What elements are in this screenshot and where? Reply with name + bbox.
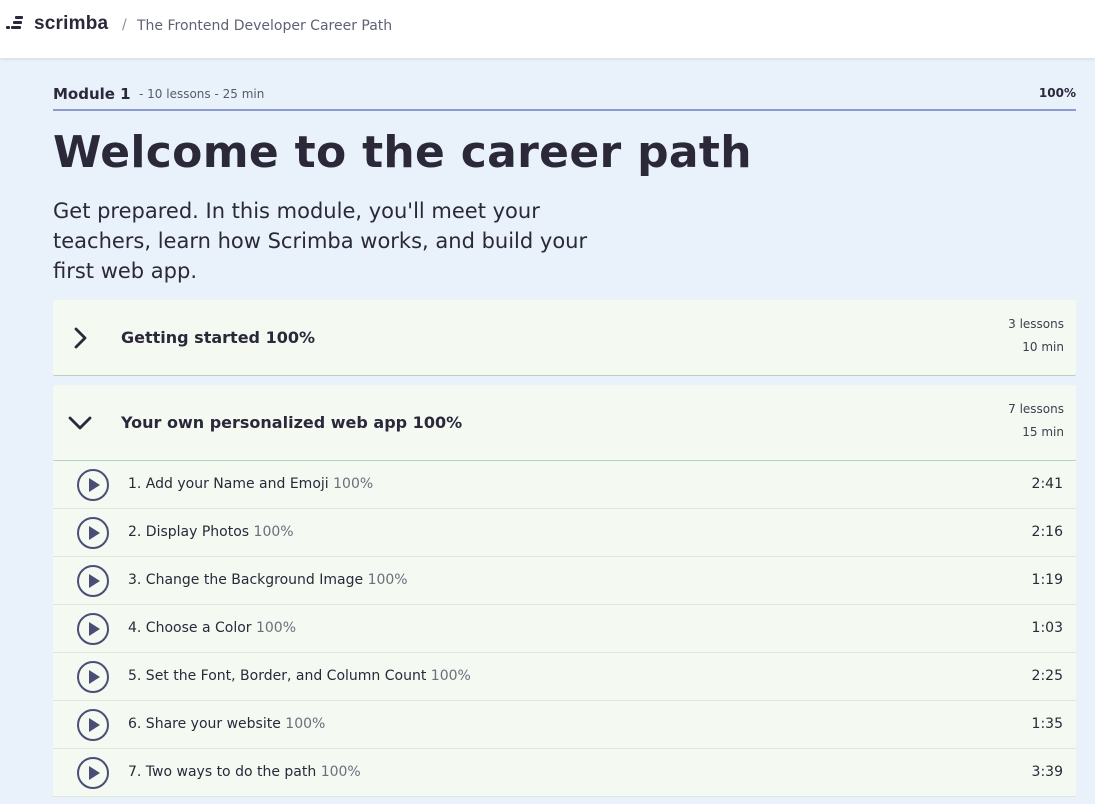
page-title: Welcome to the career path xyxy=(53,127,752,178)
lesson-progress: 100% xyxy=(333,476,374,492)
chevron-down-icon xyxy=(68,416,92,430)
lesson-progress: 100% xyxy=(367,572,408,588)
chevron-right-icon xyxy=(74,327,87,349)
lesson-duration: 2:41 xyxy=(1031,476,1063,492)
lesson-title: 7. Two ways to do the path 100% xyxy=(128,764,361,780)
play-icon[interactable] xyxy=(76,564,110,598)
lesson-title: 3. Change the Background Image 100% xyxy=(128,572,408,588)
lesson-row[interactable]: 7. Two ways to do the path 100% 3:39 xyxy=(53,749,1076,797)
lesson-row[interactable]: 3. Change the Background Image 100% 1:19 xyxy=(53,557,1076,605)
play-icon[interactable] xyxy=(76,708,110,742)
scrimba-logo[interactable]: scrimba xyxy=(6,13,108,35)
section-title: Your own personalized web app 100% xyxy=(121,413,463,432)
lesson-duration: 1:35 xyxy=(1031,716,1063,732)
lesson-title: 1. Add your Name and Emoji 100% xyxy=(128,476,374,492)
lesson-progress: 100% xyxy=(255,620,297,636)
module-progress: 100% xyxy=(1038,86,1076,100)
play-icon[interactable] xyxy=(76,612,110,646)
play-icon[interactable] xyxy=(76,756,110,790)
section-duration: 15 min xyxy=(1022,425,1064,439)
lesson-duration: 2:16 xyxy=(1031,524,1063,540)
lesson-duration: 1:03 xyxy=(1031,620,1063,636)
play-icon[interactable] xyxy=(76,468,110,502)
module-meta: - 10 lessons - 25 min xyxy=(139,87,265,101)
lesson-progress: 100% xyxy=(285,716,326,732)
scrimba-logo-icon xyxy=(6,13,28,35)
module-title: Module 1 xyxy=(53,85,131,103)
section-lesson-count: 7 lessons xyxy=(1008,402,1064,416)
lesson-duration: 2:25 xyxy=(1031,668,1063,684)
lesson-progress: 100% xyxy=(320,764,361,780)
lesson-row[interactable]: 1. Add your Name and Emoji 100% 2:41 xyxy=(53,461,1076,509)
lesson-title: 4. Choose a Color 100% xyxy=(128,620,297,636)
play-icon[interactable] xyxy=(76,516,110,550)
lesson-duration: 3:39 xyxy=(1031,764,1063,780)
lesson-row[interactable]: 5. Set the Font, Border, and Column Coun… xyxy=(53,653,1076,701)
breadcrumb-separator: / xyxy=(122,17,127,33)
section-duration: 10 min xyxy=(1022,340,1064,354)
breadcrumb[interactable]: The Frontend Developer Career Path xyxy=(137,18,392,34)
lesson-row[interactable]: 4. Choose a Color 100% 1:03 xyxy=(53,605,1076,653)
section-title: Getting started 100% xyxy=(121,328,315,347)
section-getting-started[interactable]: Getting started 100% 3 lessons 10 min xyxy=(53,300,1076,376)
top-bar: scrimba / The Frontend Developer Career … xyxy=(0,0,1095,58)
lesson-duration: 1:19 xyxy=(1031,572,1063,588)
lesson-list: 1. Add your Name and Emoji 100% 2:41 2. … xyxy=(53,461,1076,797)
lesson-row[interactable]: 2. Display Photos 100% 2:16 xyxy=(53,509,1076,557)
lesson-progress: 100% xyxy=(430,668,471,684)
lesson-progress: 100% xyxy=(253,524,294,540)
play-icon[interactable] xyxy=(76,660,110,694)
lesson-title: 5. Set the Font, Border, and Column Coun… xyxy=(128,668,471,684)
section-personalized-web-app[interactable]: Your own personalized web app 100% 7 les… xyxy=(53,385,1076,461)
section-lesson-count: 3 lessons xyxy=(1008,317,1064,331)
module-description: Get prepared. In this module, you'll mee… xyxy=(53,199,588,283)
lesson-title: 2. Display Photos 100% xyxy=(128,524,294,540)
lesson-title: 6. Share your website 100% xyxy=(128,716,326,732)
module-header: Module 1 - 10 lessons - 25 min 100% xyxy=(53,84,1076,111)
logo-text: scrimba xyxy=(34,13,109,34)
lesson-row[interactable]: 6. Share your website 100% 1:35 xyxy=(53,701,1076,749)
